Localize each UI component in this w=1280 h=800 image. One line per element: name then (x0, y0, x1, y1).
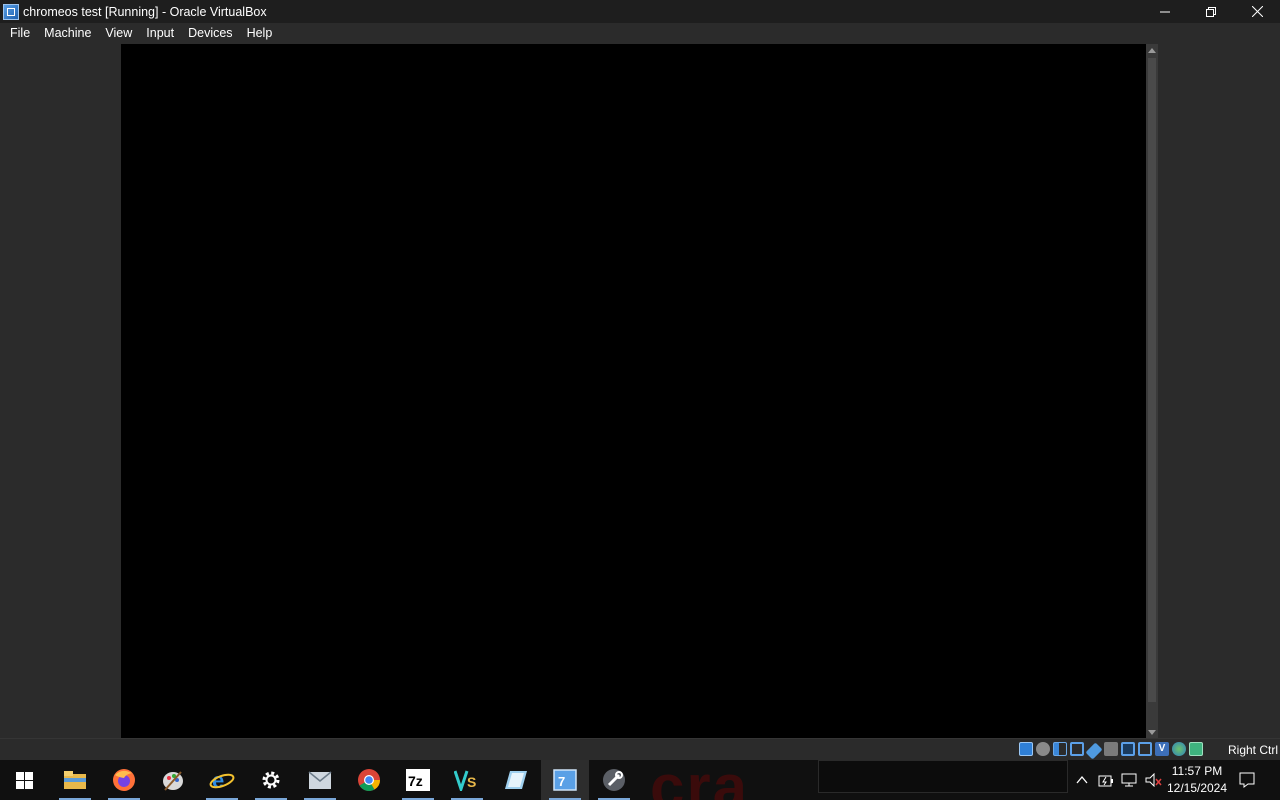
audio-icon[interactable] (1053, 742, 1067, 756)
virtualbox-icon: 7 (553, 769, 577, 791)
close-button[interactable] (1234, 0, 1280, 23)
network-icon (1121, 773, 1137, 787)
minimize-icon (1160, 11, 1170, 12)
vertical-scrollbar[interactable] (1146, 44, 1158, 738)
taskbar-visual-studio[interactable]: S (443, 760, 491, 800)
menu-file[interactable]: File (0, 23, 37, 44)
7zip-icon: 7z (406, 769, 430, 791)
svg-text:S: S (467, 774, 476, 790)
restore-icon (1206, 6, 1216, 17)
notification-center-button[interactable] (1234, 760, 1260, 800)
taskbar-virtualbox[interactable]: 7 (541, 760, 589, 800)
chevron-up-icon (1076, 776, 1088, 784)
taskbar-notes[interactable] (492, 760, 540, 800)
close-icon (1251, 6, 1263, 17)
start-button[interactable] (0, 760, 48, 800)
virtualbox-icon (3, 3, 19, 20)
taskbar-background-text: cra (650, 760, 750, 800)
usb-icon[interactable] (1085, 742, 1103, 760)
video-capture-icon[interactable] (1138, 742, 1152, 756)
tools-icon (603, 769, 625, 791)
optical-drive-icon[interactable] (1036, 742, 1050, 756)
menu-devices[interactable]: Devices (181, 23, 239, 44)
scroll-down-arrow-icon[interactable] (1146, 726, 1158, 738)
taskbar-mail[interactable] (296, 760, 344, 800)
clock-time: 11:57 PM (1171, 764, 1223, 778)
svg-text:7z: 7z (408, 773, 423, 789)
svg-text:7: 7 (558, 774, 565, 789)
show-hidden-icons-button[interactable] (1070, 760, 1094, 800)
chrome-icon (358, 769, 380, 791)
restore-button[interactable] (1188, 0, 1234, 23)
host-key-label: Right Ctrl (1228, 743, 1279, 757)
virtualization-icon[interactable]: V (1155, 742, 1169, 756)
taskbar-firefox[interactable] (100, 760, 148, 800)
visual-studio-icon: S (454, 770, 476, 791)
menu-input[interactable]: Input (139, 23, 181, 44)
minimize-button[interactable] (1142, 0, 1188, 23)
network-icon[interactable] (1070, 742, 1084, 756)
battery-tray-button[interactable] (1094, 760, 1118, 800)
vm-display[interactable] (121, 44, 1146, 738)
taskbar-tools[interactable] (590, 760, 638, 800)
firefox-icon (113, 769, 135, 791)
hard-disk-icon[interactable] (1019, 742, 1033, 756)
notes-icon (505, 771, 527, 789)
taskbar-file-explorer[interactable] (51, 760, 99, 800)
menu-view[interactable]: View (98, 23, 139, 44)
taskbar-paint[interactable] (149, 760, 197, 800)
shared-folders-icon[interactable] (1104, 742, 1118, 756)
taskbar-search-area[interactable] (818, 760, 1068, 793)
settings-icon (262, 771, 280, 789)
vm-status-bar: V Right Ctrl (0, 738, 1280, 760)
notification-icon (1239, 772, 1255, 788)
file-explorer-icon (64, 771, 86, 789)
network-tray-button[interactable] (1118, 760, 1142, 800)
paint-icon (163, 771, 183, 791)
taskbar-internet-explorer[interactable]: e (198, 760, 246, 800)
taskbar-clock[interactable]: 11:57 PM 12/15/2024 (1160, 760, 1234, 800)
battery-icon (1098, 775, 1113, 787)
clock-date: 12/15/2024 (1166, 781, 1228, 795)
windows-taskbar: cra e 7z S 7 11:57 PM 12/15/2024 (0, 760, 1280, 800)
scroll-thumb[interactable] (1148, 58, 1156, 702)
taskbar-settings[interactable] (247, 760, 295, 800)
menu-machine[interactable]: Machine (37, 23, 98, 44)
mail-icon (308, 771, 332, 789)
menu-bar: File Machine View Input Devices Help (0, 23, 1280, 44)
display-icon[interactable] (1121, 742, 1135, 756)
window-title-bar[interactable]: chromeos test [Running] - Oracle Virtual… (0, 0, 1280, 23)
guest-additions-icon[interactable] (1172, 742, 1186, 756)
internet-explorer-icon: e (209, 768, 235, 792)
system-tray (1070, 760, 1166, 800)
menu-help[interactable]: Help (240, 23, 280, 44)
scroll-up-arrow-icon[interactable] (1146, 44, 1158, 56)
taskbar-7zip[interactable]: 7z (394, 760, 442, 800)
taskbar-chrome[interactable] (345, 760, 393, 800)
window-title: chromeos test [Running] - Oracle Virtual… (23, 4, 267, 19)
mouse-integration-icon[interactable] (1189, 742, 1203, 756)
windows-logo-icon (15, 771, 33, 789)
window-controls (1142, 0, 1280, 23)
